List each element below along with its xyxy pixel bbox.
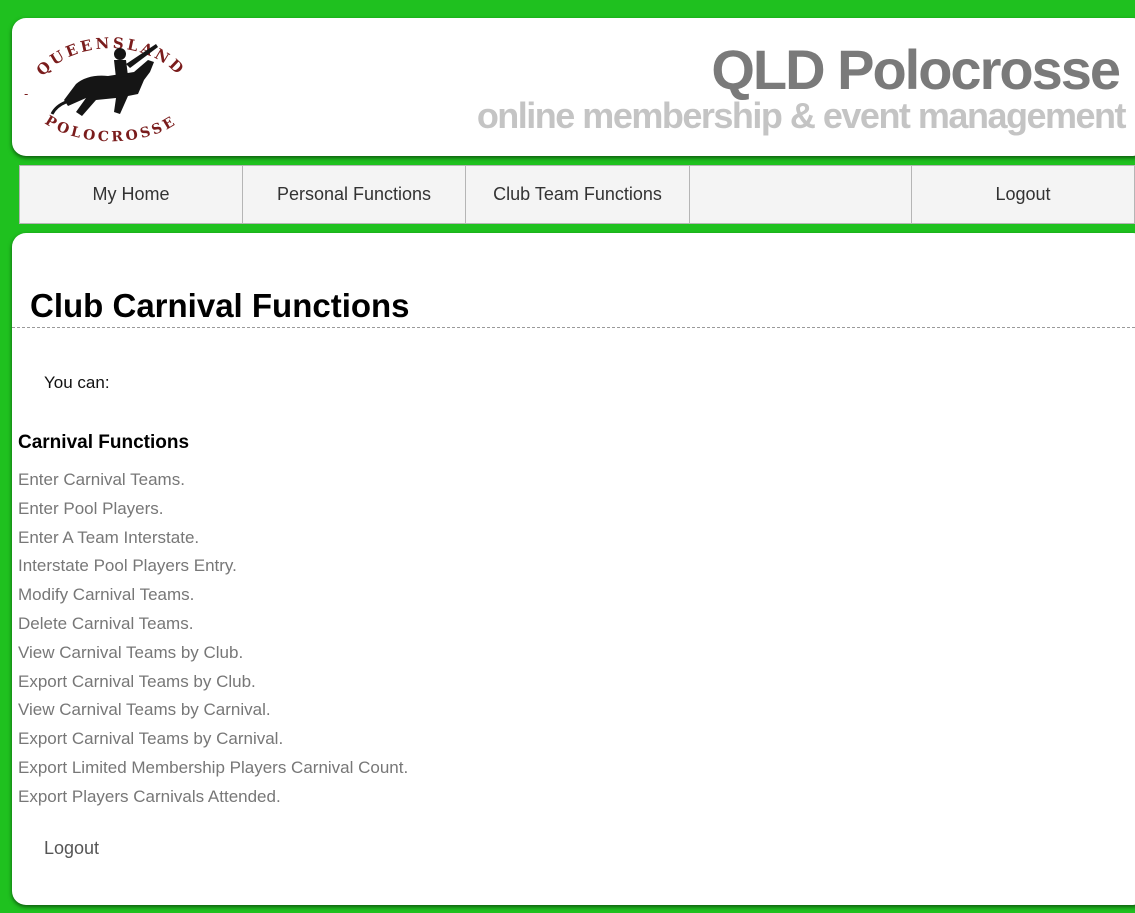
link-enter-carnival-teams[interactable]: Enter Carnival Teams. xyxy=(18,466,408,495)
site-title: QLD Polocrosse xyxy=(711,38,1121,101)
content-panel: Club Carnival Functions You can: Carniva… xyxy=(12,233,1135,905)
link-export-players-carnivals-attended[interactable]: Export Players Carnivals Attended. xyxy=(18,783,408,812)
page-title: Club Carnival Functions xyxy=(30,287,410,324)
main-navigation: My Home Personal Functions Club Team Fun… xyxy=(19,165,1135,224)
intro-text: You can: xyxy=(44,373,110,392)
logo-text-bottom: POLOCROSSE xyxy=(42,113,177,144)
svg-text:-: - xyxy=(24,87,28,101)
link-export-limited-membership-count[interactable]: Export Limited Membership Players Carniv… xyxy=(18,754,408,783)
logout-link[interactable]: Logout xyxy=(44,838,99,859)
nav-club-team-functions[interactable]: Club Team Functions xyxy=(466,166,690,223)
nav-my-home[interactable]: My Home xyxy=(20,166,243,223)
site-subtitle: online membership & event management xyxy=(476,95,1127,136)
link-enter-team-interstate[interactable]: Enter A Team Interstate. xyxy=(18,524,408,553)
queensland-polocrosse-logo[interactable]: QUEENSLAND POLOCROSSE - xyxy=(16,22,206,144)
link-export-carnival-teams-by-club[interactable]: Export Carnival Teams by Club. xyxy=(18,668,408,697)
link-export-carnival-teams-by-carnival[interactable]: Export Carnival Teams by Carnival. xyxy=(18,725,408,754)
nav-logout[interactable]: Logout xyxy=(912,166,1135,223)
svg-text:QUEENSLAND: QUEENSLAND xyxy=(33,34,190,80)
svg-text:POLOCROSSE: POLOCROSSE xyxy=(42,113,180,144)
carnival-functions-list: Enter Carnival Teams. Enter Pool Players… xyxy=(18,466,408,812)
nav-personal-functions[interactable]: Personal Functions xyxy=(243,166,466,223)
link-interstate-pool-players-entry[interactable]: Interstate Pool Players Entry. xyxy=(18,552,408,581)
section-heading: Carnival Functions xyxy=(18,432,190,453)
link-enter-pool-players[interactable]: Enter Pool Players. xyxy=(18,495,408,524)
logo-text-top: QUEENSLAND xyxy=(33,34,187,80)
site-header: QUEENSLAND POLOCROSSE - QLD Polocrosse o… xyxy=(12,18,1135,156)
title-divider xyxy=(12,327,1135,328)
nav-empty-slot xyxy=(690,166,912,223)
link-delete-carnival-teams[interactable]: Delete Carnival Teams. xyxy=(18,610,408,639)
link-view-carnival-teams-by-club[interactable]: View Carnival Teams by Club. xyxy=(18,639,408,668)
link-view-carnival-teams-by-carnival[interactable]: View Carnival Teams by Carnival. xyxy=(18,696,408,725)
link-modify-carnival-teams[interactable]: Modify Carnival Teams. xyxy=(18,581,408,610)
